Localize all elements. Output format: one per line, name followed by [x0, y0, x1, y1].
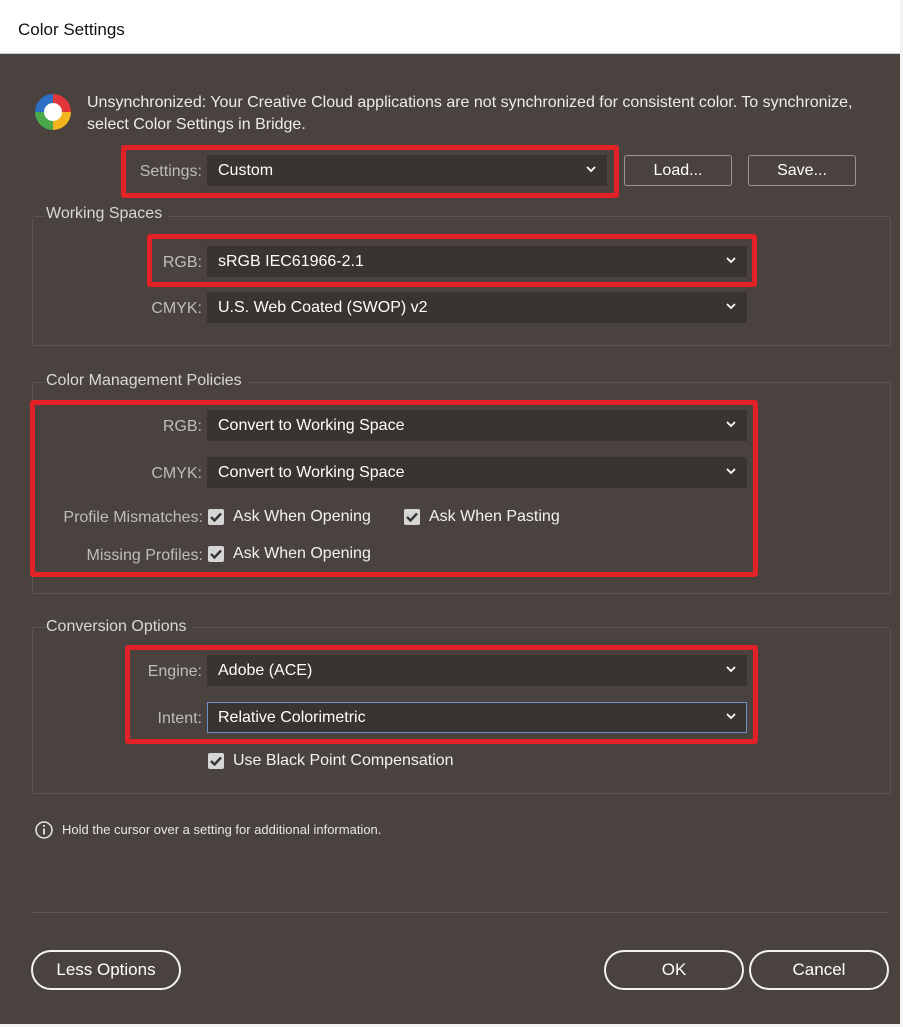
- dialog-title: Color Settings: [18, 20, 125, 39]
- highlight-conversion: [125, 645, 758, 744]
- color-wheel-icon: [35, 94, 71, 130]
- title-bar: Color Settings: [0, 0, 903, 54]
- working-spaces-legend: Working Spaces: [46, 205, 169, 223]
- info-text: Hold the cursor over a setting for addit…: [62, 822, 382, 837]
- footer-divider: [32, 912, 889, 913]
- sync-message: Unsynchronized: Your Creative Cloud appl…: [87, 94, 853, 133]
- load-button[interactable]: Load...: [624, 155, 732, 186]
- ws-cmyk-dropdown[interactable]: U.S. Web Coated (SWOP) v2: [207, 292, 747, 323]
- highlight-ws-rgb: [147, 234, 757, 287]
- less-options-button[interactable]: Less Options: [31, 950, 181, 990]
- highlight-settings: [121, 145, 619, 198]
- black-point-compensation-checkbox[interactable]: [208, 753, 224, 769]
- chevron-down-icon: [726, 303, 736, 310]
- color-settings-dialog: Color Settings Unsynchronized: Your Crea…: [0, 0, 903, 1027]
- info-icon: [35, 821, 53, 839]
- conversion-legend: Conversion Options: [46, 618, 193, 636]
- highlight-policies: [30, 400, 758, 577]
- ok-button[interactable]: OK: [604, 950, 744, 990]
- ws-cmyk-value: U.S. Web Coated (SWOP) v2: [218, 299, 428, 316]
- black-point-compensation-label[interactable]: Use Black Point Compensation: [233, 752, 454, 770]
- save-button[interactable]: Save...: [748, 155, 856, 186]
- policies-legend: Color Management Policies: [46, 372, 248, 390]
- cancel-button[interactable]: Cancel: [749, 950, 889, 990]
- ws-cmyk-label: CMYK:: [151, 300, 202, 317]
- checkmark-icon: [210, 756, 222, 767]
